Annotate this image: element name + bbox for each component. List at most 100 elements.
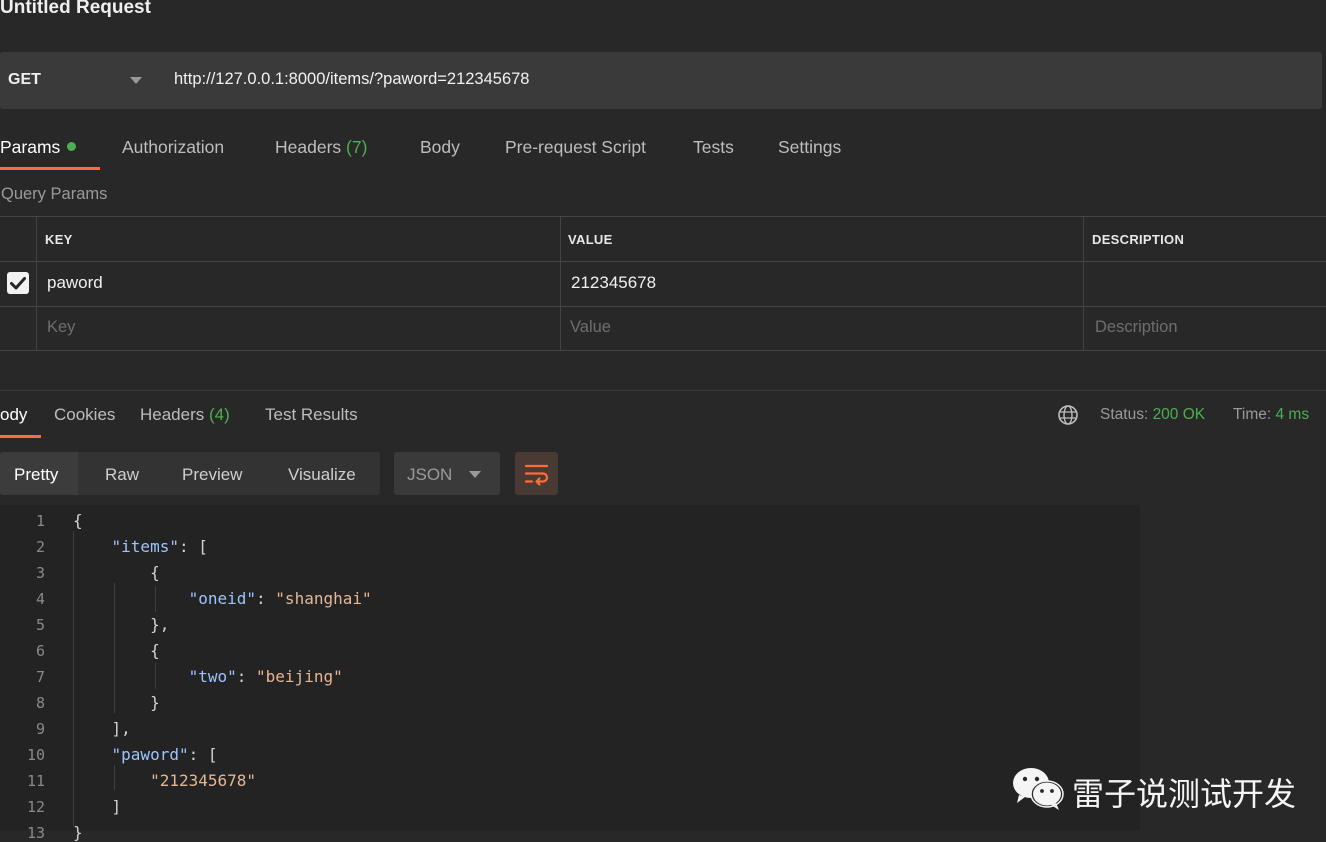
line-number: 5 (35, 616, 45, 634)
json-string: "shanghai" (275, 589, 372, 608)
code-line: ] (73, 797, 122, 816)
preview-button[interactable]: Preview (182, 465, 242, 485)
code-punct: } (73, 693, 160, 712)
json-key: "oneid" (188, 589, 257, 608)
params-active-dot (67, 141, 77, 151)
tab-tests[interactable]: Tests (693, 137, 734, 158)
code-line: }, (73, 615, 169, 634)
code-line: "items": [ (73, 537, 208, 556)
tab-response-headers[interactable]: Headers (4) (140, 405, 230, 425)
response-time: Time: 4 ms (1233, 406, 1309, 424)
code-line: } (73, 693, 160, 712)
table-border (0, 261, 1326, 262)
code-line: "paword": [ (73, 745, 218, 764)
time-label: Time: (1233, 406, 1272, 423)
json-string: "212345678" (150, 771, 257, 790)
line-number: 7 (35, 668, 45, 686)
tab-params-label: Params (0, 137, 61, 157)
watermark-text: 雷子说测试开发 (1072, 776, 1297, 812)
code-punct: : [ (188, 745, 218, 764)
code-punct (73, 589, 189, 608)
time-value: 4 ms (1275, 406, 1310, 423)
table-border (0, 306, 1326, 307)
line-number: 8 (35, 694, 45, 712)
tab-test-results[interactable]: Test Results (265, 405, 358, 425)
wrap-lines-button[interactable] (515, 452, 558, 495)
line-number: 9 (35, 720, 45, 738)
code-punct: { (73, 511, 83, 530)
line-number: 1 (35, 512, 45, 530)
chevron-down-icon[interactable] (130, 77, 142, 84)
active-tab-indicator (0, 167, 100, 170)
table-divider (560, 216, 561, 351)
column-header-value: VALUE (568, 232, 613, 247)
code-punct: : [ (178, 537, 208, 556)
param-enabled-checkbox[interactable] (7, 272, 29, 294)
line-number: 4 (35, 590, 45, 608)
chevron-down-icon (469, 471, 481, 478)
visualize-button[interactable]: Visualize (288, 465, 356, 485)
format-select-label: JSON (407, 465, 453, 484)
response-headers-count: (4) (209, 405, 230, 424)
wechat-icon (1013, 768, 1064, 810)
code-punct (73, 667, 189, 686)
line-number: 12 (26, 798, 45, 816)
request-title[interactable]: Untitled Request (0, 0, 151, 19)
column-header-key: KEY (45, 232, 73, 247)
new-value-input[interactable]: Value (570, 318, 611, 337)
code-line: "two": "beijing" (73, 667, 343, 686)
query-params-label: Query Params (1, 185, 108, 203)
tab-response-headers-label: Headers (140, 405, 205, 424)
tab-prerequest-script[interactable]: Pre-request Script (505, 137, 646, 158)
code-line: } (73, 823, 83, 842)
status-value: 200 OK (1152, 406, 1206, 423)
tab-body[interactable]: Body (420, 137, 460, 158)
response-divider[interactable] (0, 390, 1326, 391)
table-divider (36, 216, 37, 351)
wrap-lines-icon (524, 464, 549, 486)
pretty-button[interactable]: Pretty (14, 465, 58, 485)
tab-params[interactable]: Params (0, 137, 77, 158)
line-number: 10 (26, 746, 45, 764)
tab-headers[interactable]: Headers (7) (275, 137, 367, 158)
method-select[interactable]: GET (8, 71, 41, 89)
new-description-input[interactable]: Description (1095, 318, 1178, 337)
raw-button[interactable]: Raw (105, 465, 139, 485)
code-line: { (73, 563, 160, 582)
headers-count: (7) (346, 137, 368, 157)
line-number: 3 (35, 564, 45, 582)
json-key: "items" (111, 537, 179, 556)
code-punct (73, 745, 112, 764)
tab-authorization[interactable]: Authorization (122, 137, 224, 158)
json-key: "paword" (111, 745, 189, 764)
code-punct: } (73, 823, 83, 842)
table-border (0, 216, 1326, 217)
response-status: Status: 200 OK (1100, 406, 1205, 424)
code-punct: { (73, 641, 160, 660)
code-punct: }, (73, 615, 170, 634)
tab-cookies[interactable]: Cookies (54, 405, 115, 425)
param-value-cell[interactable]: 212345678 (571, 273, 656, 293)
code-line: { (73, 641, 160, 660)
url-input[interactable]: http://127.0.0.1:8000/items/?paword=2123… (174, 70, 529, 89)
tab-response-body[interactable]: ody (0, 405, 27, 425)
status-label: Status: (1100, 406, 1149, 423)
tab-settings[interactable]: Settings (778, 137, 841, 158)
code-line: "212345678" (73, 771, 256, 790)
active-tab-indicator (0, 435, 41, 438)
new-key-input[interactable]: Key (47, 318, 75, 337)
check-icon (10, 277, 26, 290)
table-divider (1083, 216, 1084, 351)
line-number: 2 (35, 538, 45, 556)
code-punct: ], (73, 719, 131, 738)
code-punct: : (256, 589, 276, 608)
column-header-description: DESCRIPTION (1092, 232, 1185, 247)
line-number: 11 (26, 772, 45, 790)
code-line: { (73, 511, 83, 530)
json-key: "two" (188, 667, 237, 686)
code-line: "oneid": "shanghai" (73, 589, 372, 608)
globe-icon[interactable] (1057, 404, 1079, 426)
param-key-cell[interactable]: paword (47, 273, 103, 293)
code-punct (73, 771, 150, 790)
code-punct: { (73, 563, 160, 582)
